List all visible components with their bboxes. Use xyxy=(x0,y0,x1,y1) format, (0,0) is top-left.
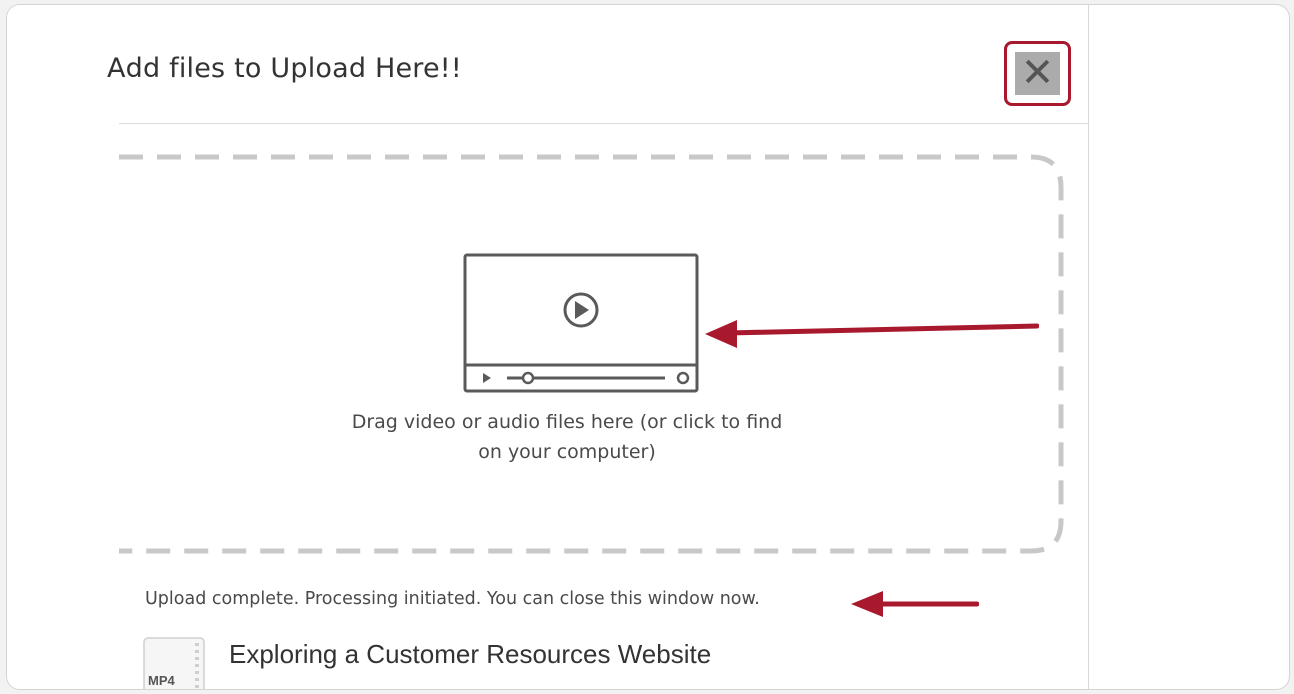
screenshot-frame: Аdd files to Upload Here!! ✕ Drag video … xyxy=(6,4,1290,690)
drop-zone-instruction-line-2: on your computer) xyxy=(478,441,656,463)
close-button-highlight: ✕ xyxy=(1004,41,1071,106)
close-button[interactable]: ✕ xyxy=(1015,52,1060,95)
drop-zone-instructions: Drag video or audio files here (or click… xyxy=(337,407,797,467)
upload-status-text: Upload complete. Processing initiated. Y… xyxy=(145,589,760,609)
drop-zone-instruction-line-1: Drag video or audio files here (or click… xyxy=(351,411,783,433)
uploaded-file-row: MP4 Exploring a Customer Resources Websi… xyxy=(143,637,1043,689)
annotation-arrow-icon xyxy=(851,591,979,617)
file-name: Exploring a Customer Resources Website xyxy=(229,639,712,669)
dialog-title: Аdd files to Upload Here!! xyxy=(107,53,462,84)
video-player-icon xyxy=(463,253,699,393)
annotation-arrow-icon xyxy=(705,320,1039,348)
file-type-badge: MP4 xyxy=(148,673,175,688)
upload-dialog: Аdd files to Upload Here!! ✕ Drag video … xyxy=(7,5,1089,689)
close-icon: ✕ xyxy=(1020,50,1055,96)
header-divider xyxy=(119,123,1088,124)
